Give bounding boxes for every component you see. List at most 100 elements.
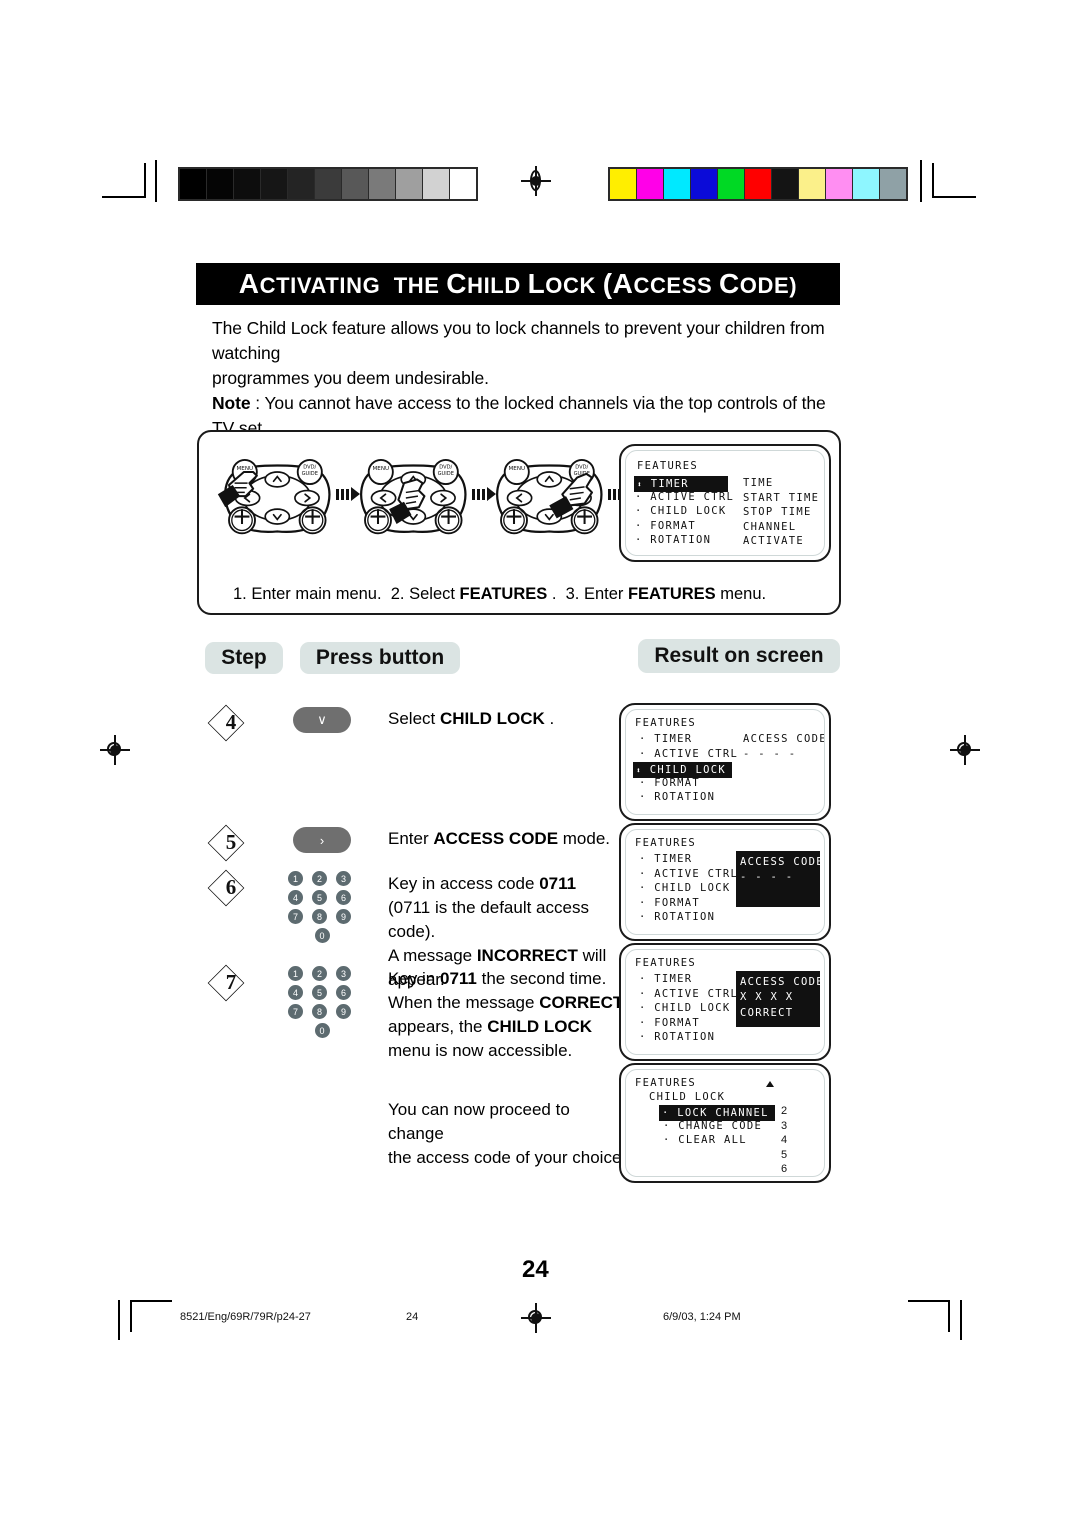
osd-access-code-box: ACCESS CODE X X X X CORRECT: [736, 971, 823, 1027]
keypad-key[interactable]: 7: [288, 909, 303, 924]
osd-intro-value: CHANNEL: [743, 520, 797, 533]
caption-features-2: FEATURES: [627, 585, 716, 603]
header-result-on-screen: Result on screen: [638, 639, 840, 673]
svg-text:DVD/: DVD/: [575, 464, 588, 470]
osd-access-code-value: X X X X: [740, 991, 794, 1003]
caption-step-1: 1. Enter main menu.: [233, 585, 382, 603]
keypad-key[interactable]: 3: [336, 871, 351, 886]
body-text: mode.: [558, 829, 611, 848]
keypad-key[interactable]: 8: [312, 1004, 327, 1019]
body-text: .: [544, 709, 555, 728]
color-swatch: [772, 169, 798, 199]
keypad-key[interactable]: 4: [288, 985, 303, 1000]
osd-submenu-pointer-icon: ·▸: [755, 1105, 771, 1117]
tv-screen-result-1: FEATURES · TIMER · ACTIVE CTRL ⬍ CHILD LOCK…: [619, 703, 831, 821]
body-text: Enter: [388, 829, 434, 848]
osd-channel-number: 3: [781, 1119, 789, 1132]
keypad-key[interactable]: 2: [312, 871, 327, 886]
color-swatch: [261, 169, 287, 199]
body-text: menu is now accessible.: [388, 1041, 573, 1060]
remote-illustration-3: MENU DVD/ GUIDE: [488, 448, 618, 553]
body-text: will: [577, 946, 607, 965]
body-text: (0711 is the default access code).: [388, 898, 589, 941]
scroll-up-arrow-icon: [766, 1081, 774, 1087]
step-instruction-5: Enter ACCESS CODE mode.: [388, 827, 628, 851]
numeric-keypad-icon[interactable]: 123 456 7890: [288, 966, 354, 1042]
body-text: A message: [388, 946, 477, 965]
footer-center: 24: [406, 1311, 419, 1323]
note-label: Note: [212, 393, 251, 413]
step-number-badge-6: 6: [205, 869, 257, 907]
instruction-line: appears, the CHILD LOCK: [388, 1015, 628, 1039]
osd-header: FEATURES: [635, 957, 696, 969]
svg-text:MENU: MENU: [373, 466, 390, 472]
keypad-key[interactable]: 8: [312, 909, 327, 924]
keypad-key[interactable]: 1: [288, 871, 303, 886]
registration-mark-bottom-center: [521, 1303, 551, 1333]
osd-submenu-title: CHILD LOCK: [649, 1091, 726, 1103]
keypad-key[interactable]: 0: [314, 1023, 330, 1038]
osd-item: · ACTIVE CTRL: [639, 747, 739, 760]
page-title: ACTIVATING THE CHILD LOCK (ACCESS CODE): [238, 268, 798, 299]
color-swatch: [826, 169, 852, 199]
closing-note-line-2: the access code of your choice.: [388, 1148, 627, 1167]
step-number-badge-7: 7: [205, 964, 257, 1002]
registration-mark-left: [100, 735, 130, 765]
keypad-key[interactable]: 4: [288, 890, 303, 905]
step-number-badge-4: 4: [205, 704, 257, 742]
registration-mark-right: [950, 735, 980, 765]
osd-intro-item: · ACTIVE CTRL: [635, 490, 735, 503]
caption-features-1: FEATURES: [459, 585, 548, 603]
tv-screen-child-lock-menu: FEATURES CHILD LOCK · LOCK CHANNEL ·▸ · CHAN…: [619, 1063, 831, 1183]
osd-submenu-item: · CHANGE CODE: [663, 1119, 763, 1132]
keypad-key[interactable]: 2: [312, 966, 327, 981]
step-number: 4: [225, 709, 237, 734]
keypad-key[interactable]: 0: [314, 928, 330, 943]
numeric-keypad-icon[interactable]: 123 456 7890: [288, 871, 354, 947]
remote-illustration-2: MENU DVD/ GUIDE: [352, 448, 482, 553]
keypad-key[interactable]: 1: [288, 966, 303, 981]
step-number: 7: [225, 969, 237, 994]
osd-item-label: FORMAT: [650, 519, 696, 532]
keypad-key[interactable]: 6: [336, 985, 351, 1000]
keypad-key[interactable]: 5: [312, 890, 327, 905]
keypad-key[interactable]: 9: [336, 1004, 351, 1019]
header-press-button: Press button: [300, 642, 460, 674]
step-number: 5: [225, 829, 237, 854]
emphasis-text: CORRECT: [539, 993, 624, 1012]
cursor-down-button[interactable]: ∨: [293, 707, 351, 733]
keypad-key[interactable]: 9: [336, 909, 351, 924]
body-text: Key in: [388, 969, 440, 988]
color-swatch: [450, 169, 476, 199]
color-swatch: [799, 169, 825, 199]
keypad-key[interactable]: 6: [336, 890, 351, 905]
body-text: Key in access code: [388, 874, 540, 893]
cursor-right-button[interactable]: ›: [293, 827, 351, 853]
chevron-right-icon: ›: [319, 832, 325, 848]
svg-text:GUIDE: GUIDE: [302, 471, 318, 477]
registration-mark-top-center: [521, 166, 551, 196]
instruction-line: Key in 0711 the second time.: [388, 967, 628, 991]
osd-item-label: ACTIVE CTRL: [650, 490, 735, 503]
osd-header: FEATURES: [637, 460, 698, 472]
page-title-band: ACTIVATING THE CHILD LOCK (ACCESS CODE): [196, 263, 840, 305]
osd-header: FEATURES: [635, 1077, 696, 1089]
osd-access-code-box: ACCESS CODE - - - -: [736, 851, 823, 907]
closing-note-line-1: You can now proceed to change: [388, 1100, 570, 1143]
osd-item: · FORMAT: [639, 776, 700, 789]
color-swatch: [180, 169, 206, 199]
keypad-key[interactable]: 3: [336, 966, 351, 981]
keypad-key[interactable]: 7: [288, 1004, 303, 1019]
osd-intro-value: TIME: [743, 477, 774, 489]
osd-item: · TIMER: [639, 973, 693, 985]
osd-access-code-title: ACCESS CODE: [740, 976, 824, 988]
osd-item: · ACTIVE CTRL: [639, 987, 739, 1000]
color-swatch: [880, 169, 906, 199]
svg-text:DVD/: DVD/: [439, 464, 452, 470]
keypad-key[interactable]: 5: [312, 985, 327, 1000]
osd-item: · FORMAT: [639, 1016, 700, 1029]
color-swatch: [234, 169, 260, 199]
instruction-line: When the message CORRECT: [388, 991, 628, 1015]
osd-item-label: ROTATION: [650, 534, 712, 546]
caption-step-3a: 3. Enter: [565, 585, 628, 603]
